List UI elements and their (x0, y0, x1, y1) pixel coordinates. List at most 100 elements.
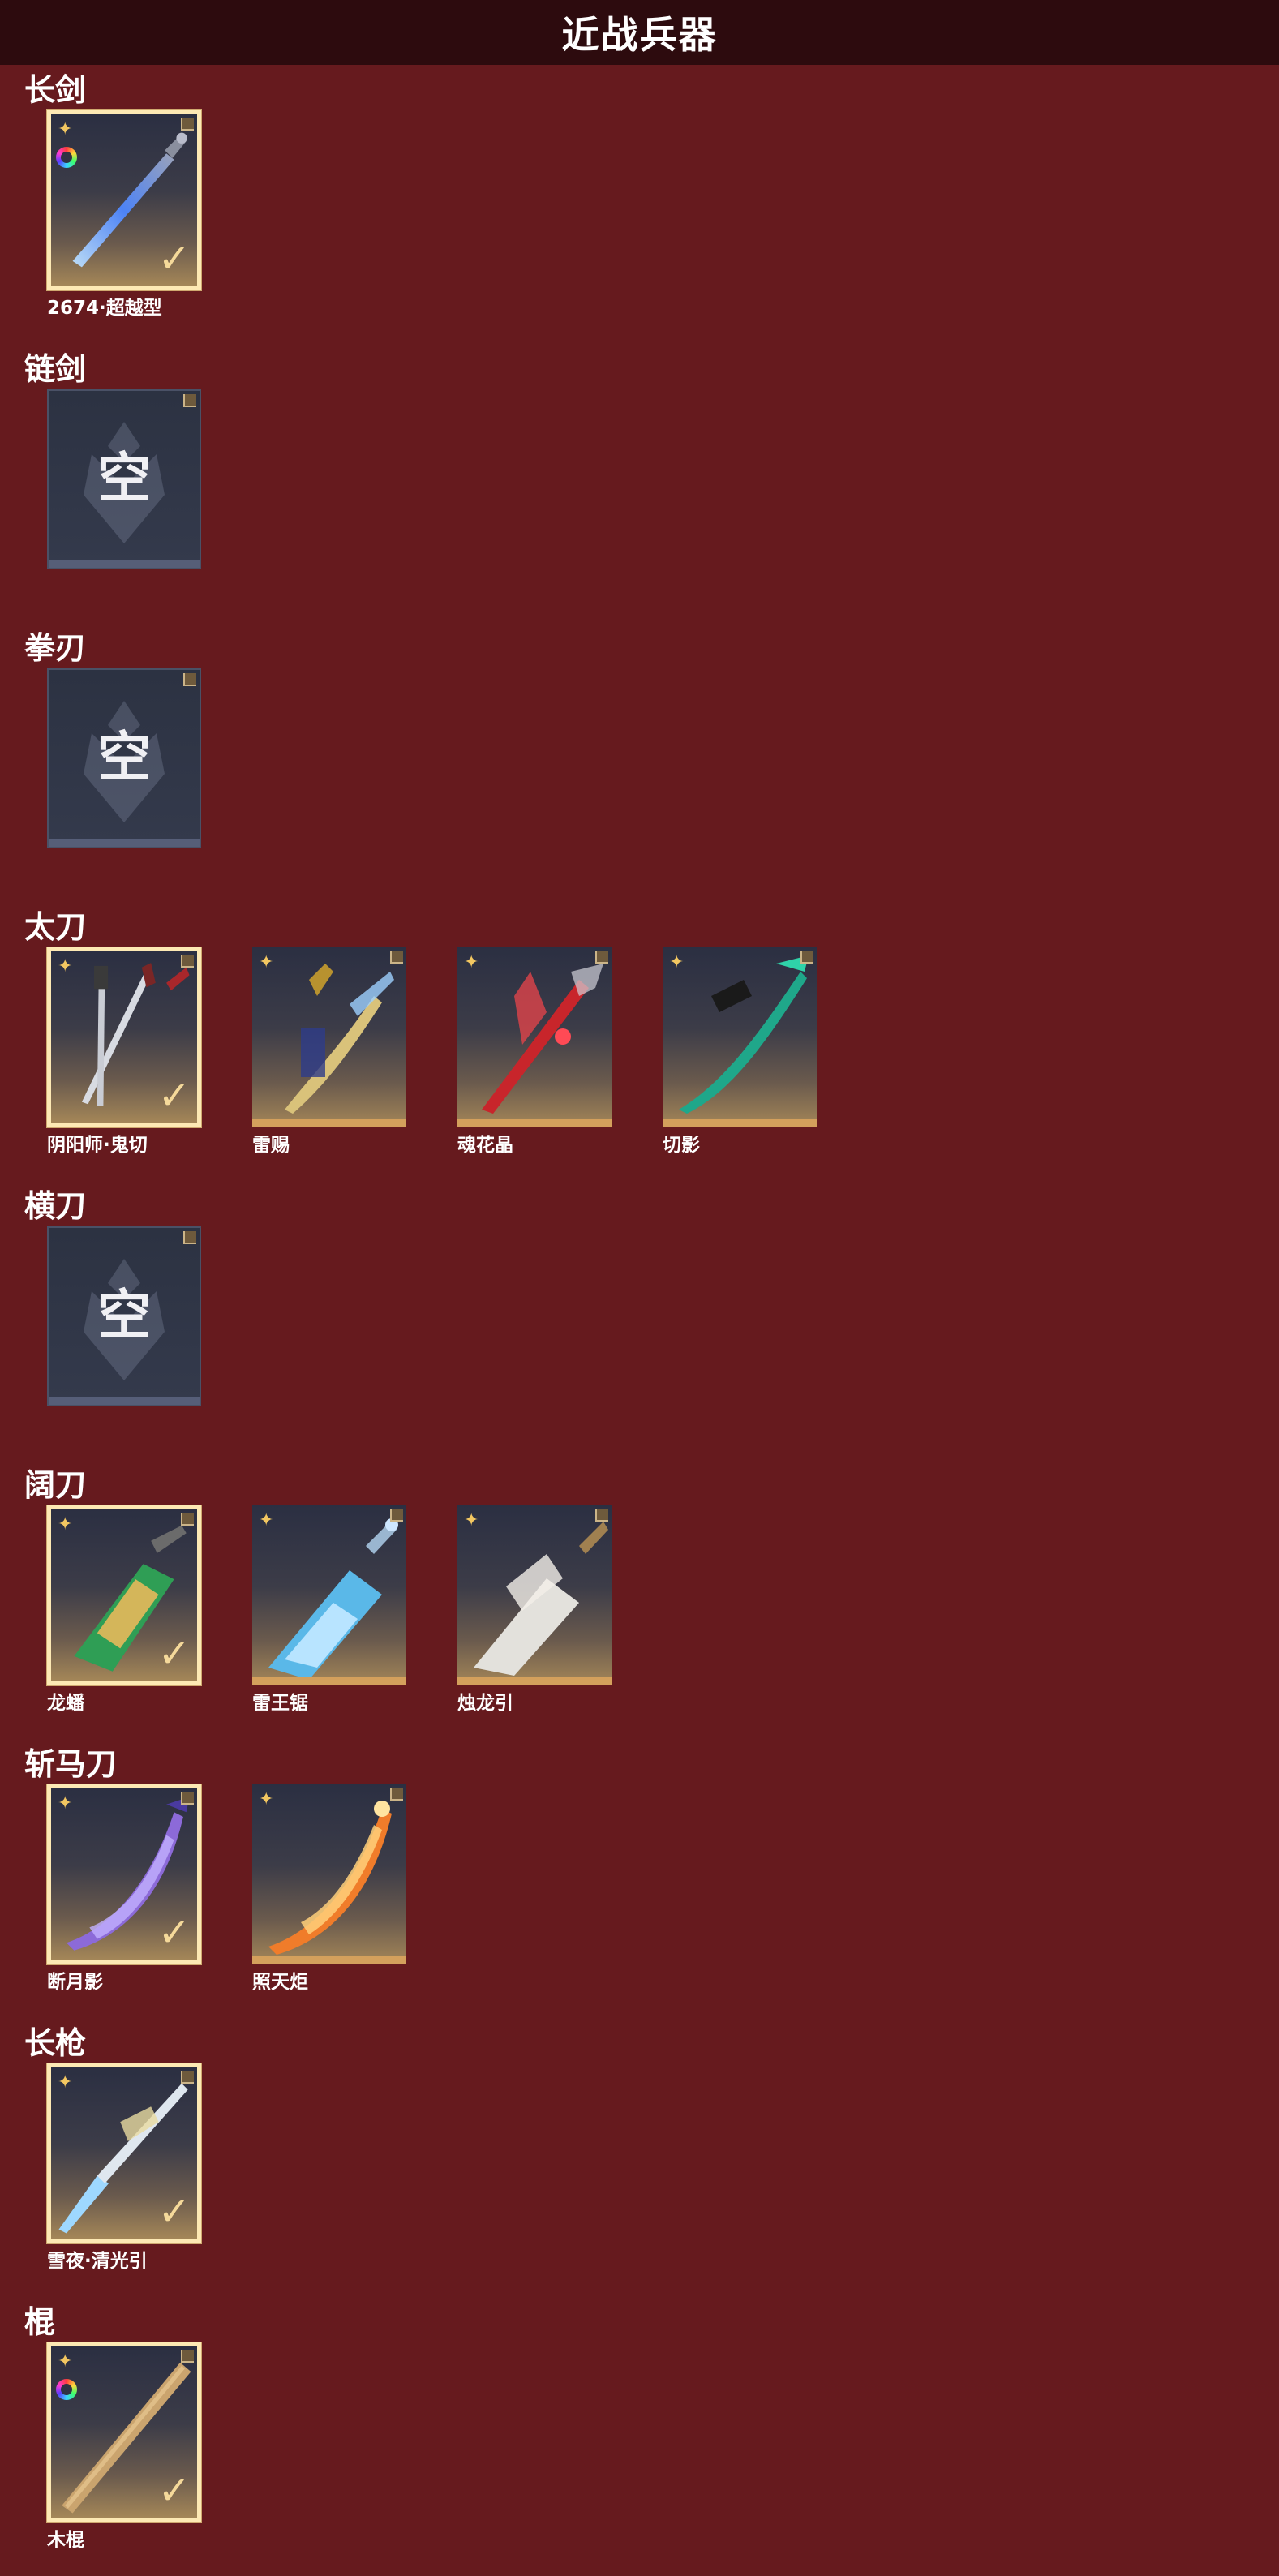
category-title: 长枪 (24, 2025, 87, 2061)
weapon-card[interactable]: ✦ (252, 1505, 406, 1685)
empty-label: 空 (97, 447, 151, 509)
star-icon: ✦ (58, 119, 73, 140)
star-icon: ✦ (58, 2351, 73, 2372)
star-icon: ✦ (464, 952, 479, 972)
corner-tag-icon (183, 673, 196, 686)
weapon-slot[interactable]: ✦ ✓ 龙蟠 (47, 1505, 204, 1715)
weapon-slot[interactable]: ✦ 切影 (663, 947, 820, 1157)
star-icon: ✦ (259, 952, 274, 972)
check-icon: ✓ (157, 1631, 191, 1677)
category-title: 拳刃 (24, 630, 87, 666)
empty-slot-card[interactable]: 空 (47, 389, 201, 569)
category-title: 横刀 (24, 1188, 87, 1224)
weapon-category: 斩马刀 ✦ ✓ 断月影 ✦ 照天炬 (0, 1739, 1279, 2018)
weapon-name: 雪夜·清光引 (47, 2251, 148, 2272)
corner-tag-icon (181, 1792, 194, 1805)
category-title: 长剑 (24, 72, 87, 108)
weapon-card[interactable]: ✦ ✓ (47, 2342, 201, 2522)
check-icon: ✓ (157, 236, 191, 281)
weapon-slot[interactable]: ✦ 雷王锯 (252, 1505, 410, 1715)
category-title: 斩马刀 (24, 1746, 118, 1782)
weapon-card[interactable]: ✦ (252, 1784, 406, 1964)
star-icon: ✦ (669, 952, 685, 972)
weapon-category: 拳刃空 (0, 623, 1279, 902)
weapon-slot[interactable]: ✦ 雷赐 (252, 947, 410, 1157)
weapon-slot[interactable]: ✦ ✓ 雪夜·清光引 (47, 2063, 204, 2273)
weapon-card[interactable]: ✦ ✓ (47, 1505, 201, 1685)
weapon-category: 棍 ✦ ✓ 木棍 (0, 2297, 1279, 2576)
category-title: 棍 (24, 2304, 56, 2340)
weapon-name: 切影 (663, 1135, 700, 1156)
corner-tag-icon (181, 118, 194, 131)
weapon-card[interactable]: ✦ (457, 947, 612, 1127)
corner-tag-icon (183, 1231, 196, 1244)
color-ring-icon (56, 2379, 77, 2400)
color-ring-icon (56, 147, 77, 168)
empty-slot-card[interactable]: 空 (47, 668, 201, 848)
weapon-card[interactable]: ✦ ✓ (47, 110, 201, 290)
weapon-card[interactable]: ✦ (457, 1505, 612, 1685)
corner-tag-icon (181, 955, 194, 968)
weapon-name: 断月影 (47, 1972, 103, 1993)
weapon-name: 龙蟠 (47, 1693, 84, 1714)
star-icon: ✦ (58, 1793, 73, 1814)
category-title: 链剑 (24, 351, 87, 387)
star-icon: ✦ (58, 2072, 73, 2093)
page-header: 近战兵器 (0, 0, 1279, 65)
star-icon: ✦ (259, 1510, 274, 1531)
weapon-name: 照天炬 (252, 1972, 308, 1993)
weapon-slot[interactable]: ✦ ✓ 木棍 (47, 2342, 204, 2552)
star-icon: ✦ (464, 1510, 479, 1531)
weapon-slot[interactable]: 空 (47, 668, 204, 855)
corner-tag-icon (595, 951, 608, 964)
weapon-card[interactable]: ✦ (663, 947, 817, 1127)
corner-tag-icon (390, 1788, 403, 1801)
weapon-slot[interactable]: ✦ 烛龙引 (457, 1505, 615, 1715)
weapon-name: 木棍 (47, 2530, 84, 2551)
check-icon: ✓ (157, 1910, 191, 1956)
corner-tag-icon (181, 2071, 194, 2084)
weapon-slot[interactable]: ✦ 照天炬 (252, 1784, 410, 1994)
weapon-name: 雷王锯 (252, 1693, 308, 1714)
weapon-category: 太刀 ✦ ✓ 阴阳师·鬼切 ✦ 雷赐 ✦ 魂花晶 ✦ 切影 (0, 902, 1279, 1181)
weapon-slot[interactable]: ✦ 魂花晶 (457, 947, 615, 1157)
weapon-category: 链剑空 (0, 344, 1279, 623)
weapon-slot[interactable]: 空 (47, 389, 204, 576)
weapon-name: 雷赐 (252, 1135, 290, 1156)
corner-tag-icon (181, 1513, 194, 1526)
empty-label: 空 (97, 1284, 151, 1346)
weapon-slot[interactable]: ✦ ✓ 阴阳师·鬼切 (47, 947, 204, 1157)
weapon-slot[interactable]: 空 (47, 1226, 204, 1413)
corner-tag-icon (390, 951, 403, 964)
weapon-slot[interactable]: ✦ ✓ 断月影 (47, 1784, 204, 1994)
corner-tag-icon (181, 2350, 194, 2363)
weapon-category: 阔刀 ✦ ✓ 龙蟠 ✦ 雷王锯 ✦ 烛龙引 (0, 1460, 1279, 1739)
corner-tag-icon (800, 951, 813, 964)
weapon-category: 长剑 ✦ ✓ 2674·超越型 (0, 65, 1279, 344)
weapon-name: 阴阳师·鬼切 (47, 1135, 148, 1156)
star-icon: ✦ (58, 1514, 73, 1535)
weapon-name: 魂花晶 (457, 1135, 513, 1156)
check-icon: ✓ (157, 2189, 191, 2235)
star-icon: ✦ (259, 1789, 274, 1810)
weapon-name: 烛龙引 (457, 1693, 513, 1714)
weapon-name: 2674·超越型 (47, 298, 162, 319)
category-title: 阔刀 (24, 1467, 87, 1503)
weapon-category: 长枪 ✦ ✓ 雪夜·清光引 (0, 2018, 1279, 2297)
corner-tag-icon (183, 394, 196, 407)
weapon-card[interactable]: ✦ ✓ (47, 1784, 201, 1964)
corner-tag-icon (390, 1509, 403, 1522)
weapon-card[interactable]: ✦ (252, 947, 406, 1127)
weapon-category: 横刀空 (0, 1181, 1279, 1460)
empty-slot-card[interactable]: 空 (47, 1226, 201, 1406)
check-icon: ✓ (157, 2468, 191, 2514)
category-title: 太刀 (24, 909, 87, 945)
weapon-card[interactable]: ✦ ✓ (47, 947, 201, 1127)
weapon-slot[interactable]: ✦ ✓ 2674·超越型 (47, 110, 204, 320)
check-icon: ✓ (157, 1073, 191, 1118)
empty-label: 空 (97, 726, 151, 788)
weapon-card[interactable]: ✦ ✓ (47, 2063, 201, 2243)
star-icon: ✦ (58, 956, 73, 977)
corner-tag-icon (595, 1509, 608, 1522)
page-title: 近战兵器 (561, 13, 718, 57)
